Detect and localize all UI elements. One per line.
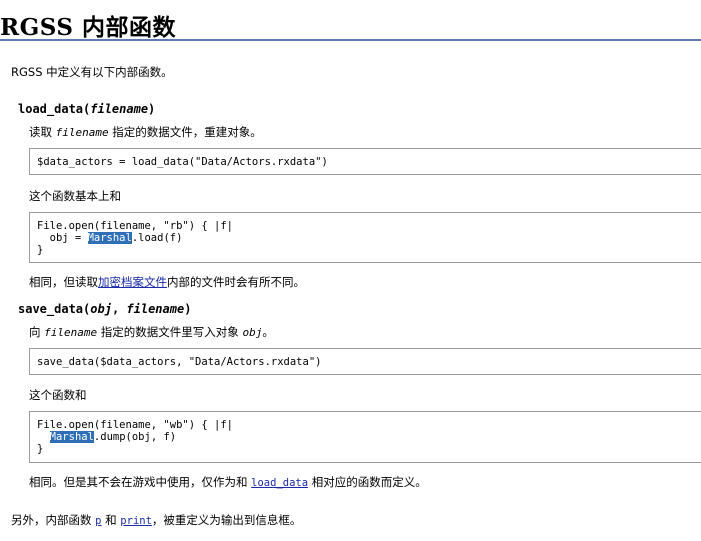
load-data-description: 读取 filename 指定的数据文件，重建对象。 (29, 124, 262, 140)
highlight-marshal: Marshal (87, 232, 132, 244)
code-line: .load(f) (131, 232, 183, 244)
load-data-example-code: $data_actors = load_data("Data/Actors.rx… (29, 148, 701, 175)
footer-pre: 另外，内部函数 (11, 513, 96, 527)
save-data-desc-pre: 向 (29, 325, 45, 339)
load-data-link[interactable]: load_data (251, 477, 308, 489)
load-data-arg: filename (90, 102, 149, 116)
title-rule (0, 39, 701, 41)
after-text-post: 相对应的函数而定义。 (308, 475, 427, 489)
code-line: obj = (37, 232, 88, 244)
intro-text: RGSS 中定义有以下内部函数。 (11, 65, 173, 79)
highlight-marshal: Marshal (49, 431, 94, 443)
code-line: } (37, 443, 44, 455)
save-data-after-text: 相同。但是其不会在游戏中使用，仅作为和 load_data 相对应的函数而定义。 (29, 474, 427, 490)
code-line: File.open(filename, "rb") { |f| (37, 220, 233, 232)
footer-mid: 和 (101, 513, 121, 527)
save-data-desc-arg2: obj (242, 326, 263, 339)
print-function-link[interactable]: print (120, 515, 152, 527)
load-data-note: 这个函数基本上和 (29, 189, 121, 203)
after-text-pre: 相同。但是其不会在游戏中使用，仅作为和 (29, 475, 252, 489)
after-text-pre: 相同，但读取 (29, 275, 98, 289)
encrypted-archive-link[interactable]: 加密档案文件 (98, 275, 167, 289)
save-data-equivalent-code: File.open(filename, "wb") { |f| Marshal.… (29, 411, 701, 463)
load-data-after-text: 相同，但读取加密档案文件内部的文件时会有所不同。 (29, 274, 305, 290)
save-data-description: 向 filename 指定的数据文件里写入对象 obj。 (29, 324, 274, 340)
save-data-sep: , (111, 302, 127, 316)
save-data-signature: save_data(obj, filename) (18, 302, 191, 316)
page-title: RGSS 内部函数 (0, 14, 176, 41)
save-data-note: 这个函数和 (29, 388, 87, 402)
load-data-equivalent-code: File.open(filename, "rb") { |f| obj = Ma… (29, 212, 701, 263)
after-text-post: 内部的文件时会有所不同。 (167, 275, 305, 289)
load-data-name: load_data( (18, 102, 91, 116)
code-line: .dump(obj, f) (93, 431, 177, 443)
save-data-close: ) (184, 302, 192, 316)
footer-post: ，被重定义为输出到信息框。 (151, 513, 302, 527)
code-line: } (37, 244, 44, 256)
save-data-desc-mid: 指定的数据文件里写入对象 (97, 325, 243, 339)
save-data-arg1: obj (90, 302, 112, 316)
load-data-desc-pre: 读取 (29, 125, 56, 139)
footer-text: 另外，内部函数 p 和 print，被重定义为输出到信息框。 (11, 512, 301, 528)
save-data-arg2: filename (126, 302, 185, 316)
save-data-desc-post: 。 (262, 325, 274, 339)
load-data-signature: load_data(filename) (18, 102, 155, 116)
load-data-close: ) (148, 102, 156, 116)
save-data-name: save_data( (18, 302, 91, 316)
code-line: File.open(filename, "wb") { |f| (37, 419, 233, 431)
save-data-example-code: save_data($data_actors, "Data/Actors.rxd… (29, 348, 701, 375)
load-data-desc-arg: filename (55, 126, 109, 139)
save-data-desc-arg: filename (44, 326, 98, 339)
load-data-desc-post: 指定的数据文件，重建对象。 (108, 125, 262, 139)
